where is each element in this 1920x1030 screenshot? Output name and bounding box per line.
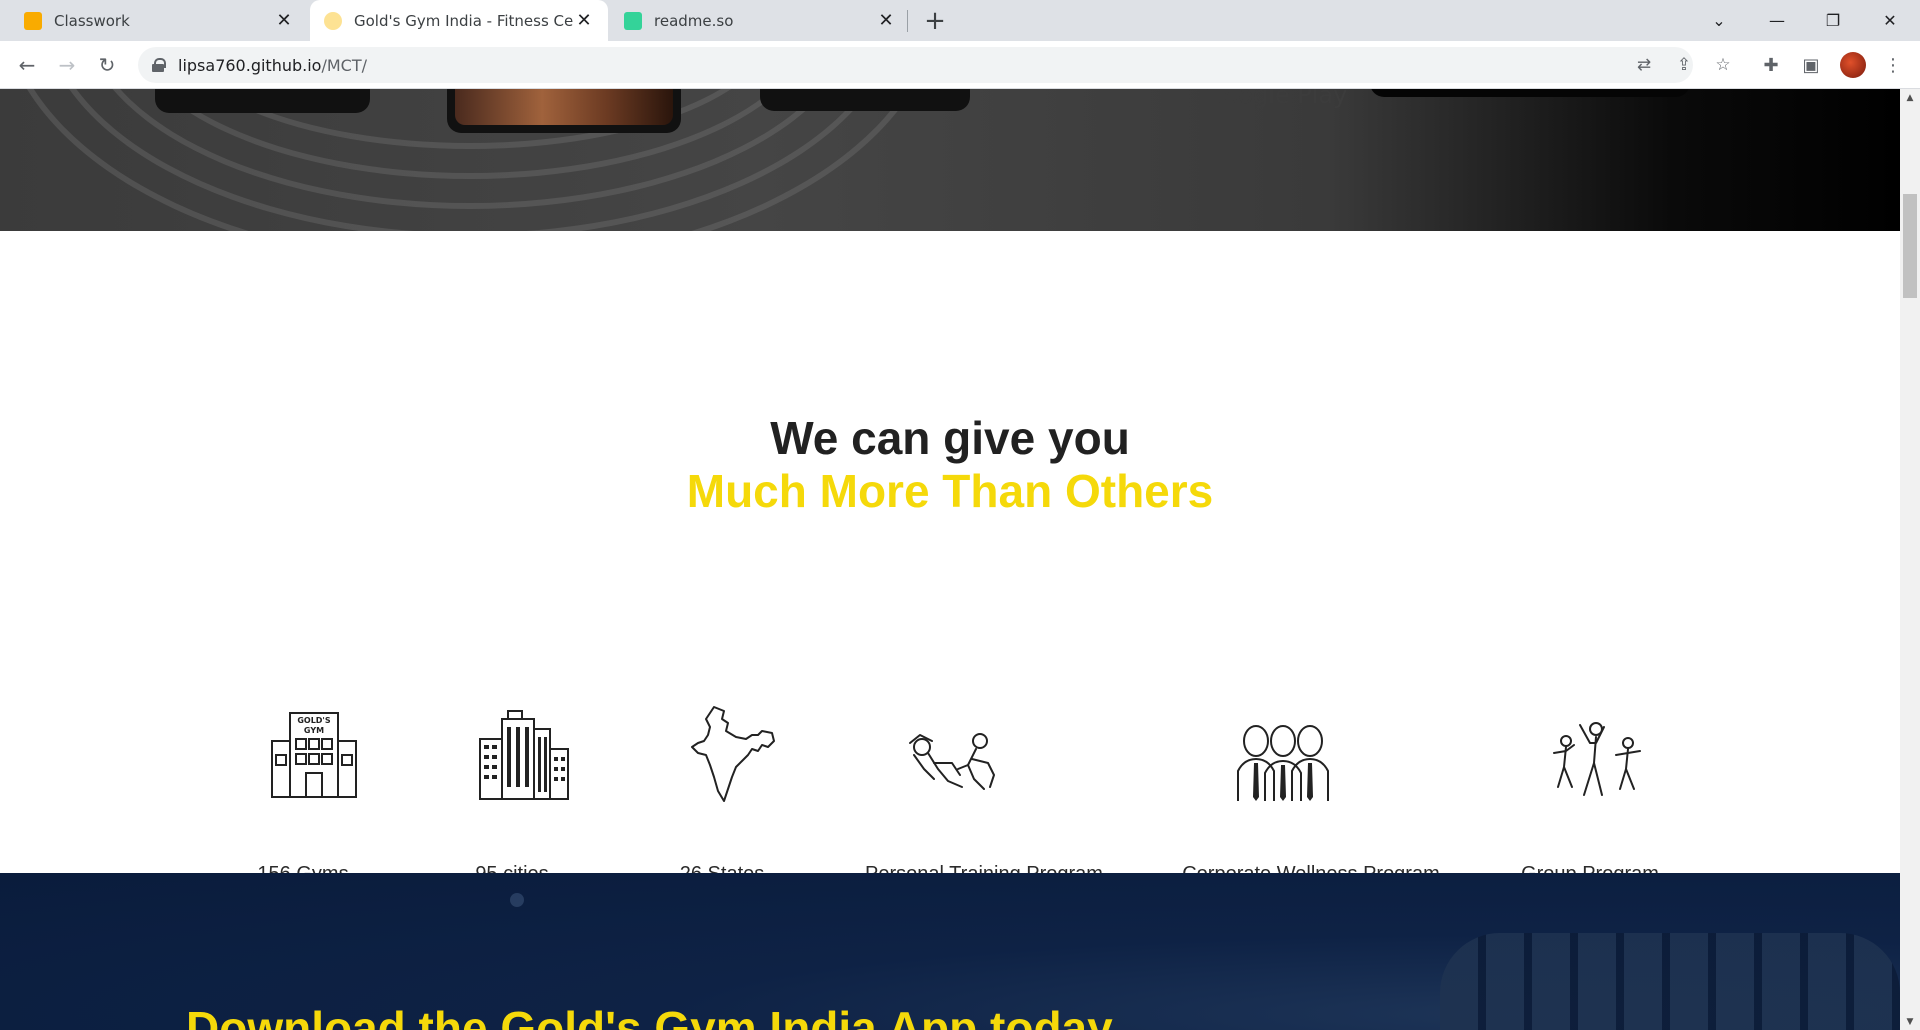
tab-classwork[interactable]: Classwork ✕ <box>0 0 308 41</box>
new-tab-button[interactable]: + <box>920 6 950 36</box>
menu-icon[interactable]: ⋮ <box>1879 51 1907 79</box>
dumbbell-rack-image <box>1440 933 1900 1030</box>
phone-mockup <box>760 89 970 111</box>
lock-icon[interactable] <box>152 58 166 72</box>
share-icon[interactable]: ⇪ <box>1672 53 1696 77</box>
readme-favicon-icon <box>624 11 642 30</box>
address-bar[interactable]: lipsa760.github.io/MCT/ ⇄ ⇪ ☆ <box>138 47 1731 83</box>
section-subheading: Much More Than Others <box>686 465 1214 517</box>
phone-screen-image <box>455 89 673 125</box>
decorative-dot <box>510 893 524 907</box>
scroll-up-arrow-icon[interactable]: ▲ <box>1900 89 1920 106</box>
features-section: We can give you Much More Than Others GO… <box>0 231 1900 885</box>
scroll-down-arrow-icon[interactable]: ▼ <box>1900 1013 1920 1030</box>
phone-mockup <box>155 89 370 113</box>
back-button[interactable]: ← <box>11 49 43 81</box>
restore-button[interactable]: ❐ <box>1807 0 1859 41</box>
minimize-button[interactable]: — <box>1751 0 1803 41</box>
scroll-thumb[interactable] <box>1903 194 1917 298</box>
phone-mockup <box>447 89 681 133</box>
bookmark-star-icon[interactable]: ☆ <box>1711 53 1735 77</box>
page-scrollbar[interactable]: ▲ ▼ <box>1900 89 1920 1030</box>
browser-toolbar: ← → ↻ lipsa760.github.io/MCT/ ⇄ ⇪ ☆ ✚ ▣ … <box>0 41 1920 89</box>
classroom-favicon-icon <box>24 11 42 30</box>
close-tab-icon[interactable]: ✕ <box>876 10 896 31</box>
tab-search-icon[interactable]: ⌄ <box>1693 0 1745 41</box>
translate-icon[interactable]: ⇄ <box>1632 53 1656 77</box>
google-play-text: Google Play <box>1205 89 1348 109</box>
download-title: Download the Gold's Gym India App today <box>186 1002 1113 1030</box>
golds-gym-favicon-icon <box>324 11 342 30</box>
tab-title: readme.so <box>654 11 734 30</box>
page-viewport: Google Play We can give you Much More Th… <box>0 89 1900 1030</box>
close-tab-icon[interactable]: ✕ <box>574 10 594 31</box>
url-path: /MCT/ <box>321 55 367 75</box>
section-heading: We can give you <box>770 412 1130 464</box>
download-app-section: Download the Gold's Gym India App today <box>0 873 1900 1030</box>
reload-button[interactable]: ↻ <box>91 49 123 81</box>
close-window-button[interactable]: ✕ <box>1864 0 1916 41</box>
forward-button[interactable]: → <box>51 49 83 81</box>
gym-sign-text: GOLD'S <box>297 716 331 725</box>
profile-avatar[interactable] <box>1840 52 1866 78</box>
extensions-icon[interactable]: ✚ <box>1757 51 1785 79</box>
tab-title: Gold's Gym India - Fitness Center <box>354 11 574 30</box>
tab-strip: Classwork ✕ Gold's Gym India - Fitness C… <box>0 0 1920 41</box>
url-host: lipsa760.github.io <box>178 55 322 75</box>
tab-separator <box>907 10 908 32</box>
close-tab-icon[interactable]: ✕ <box>274 10 294 31</box>
store-badge[interactable] <box>1370 89 1690 97</box>
personal-training-icon <box>909 733 995 790</box>
tab-title: Classwork <box>54 11 130 30</box>
group-exercise-icon <box>1553 722 1641 796</box>
tab-readme[interactable]: readme.so ✕ <box>610 0 910 41</box>
tab-golds-gym[interactable]: Gold's Gym India - Fitness Center ✕ <box>310 0 608 41</box>
url-text: lipsa760.github.io/MCT/ <box>178 56 367 75</box>
gym-building-icon: GOLD'S GYM <box>271 712 357 798</box>
business-people-icon <box>1237 725 1329 801</box>
city-buildings-icon <box>479 710 569 800</box>
india-map-icon <box>691 706 775 802</box>
side-panel-icon[interactable]: ▣ <box>1797 51 1825 79</box>
svg-text:GYM: GYM <box>304 726 324 735</box>
app-promo-banner: Google Play <box>0 89 1900 231</box>
